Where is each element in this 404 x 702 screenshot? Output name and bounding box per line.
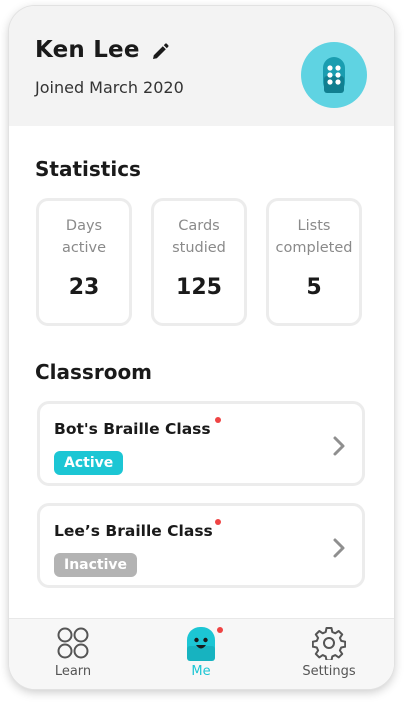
joined-date: Joined March 2020 [35, 78, 184, 97]
user-name: Ken Lee [35, 37, 140, 63]
status-badge: Active [54, 451, 124, 475]
stat-card-days-active: Days active 23 [36, 198, 132, 326]
stat-card-lists-completed: Lists completed 5 [266, 198, 362, 326]
nav-settings[interactable]: Settings [265, 619, 393, 689]
stat-card-cards-studied: Cards studied 125 [151, 198, 247, 326]
stat-value: 5 [306, 275, 322, 300]
class-name: Bot's Braille Class [54, 420, 211, 438]
pencil-edit-icon[interactable] [151, 43, 169, 61]
braille-cell-icon [323, 57, 345, 93]
class-card-lees-braille[interactable]: Lee’s Braille Class Inactive [37, 503, 365, 588]
avatar[interactable] [301, 42, 367, 108]
nav-label: Me [191, 664, 211, 679]
classroom-title: Classroom [35, 360, 153, 384]
nav-label: Settings [302, 664, 356, 679]
bottom-nav: Learn Me Settings [9, 618, 394, 689]
chevron-right-icon[interactable] [332, 537, 346, 559]
stat-value: 23 [68, 275, 100, 300]
status-badge: Inactive [54, 553, 138, 577]
stat-value: 125 [176, 275, 222, 300]
nav-learn[interactable]: Learn [9, 619, 137, 689]
stat-label: Days active [61, 218, 107, 256]
stat-label: Lists completed [275, 218, 353, 256]
notification-dot [215, 519, 221, 525]
robot-face-icon [187, 627, 215, 661]
profile-header: Ken Lee Joined March 2020 [9, 6, 394, 126]
class-name: Lee’s Braille Class [54, 522, 213, 540]
notification-dot [217, 627, 223, 633]
class-card-bots-braille[interactable]: Bot's Braille Class Active [37, 401, 365, 486]
grid-circles-icon [57, 627, 89, 659]
app-screen: Ken Lee Joined March 2020 Statistics Day… [9, 6, 394, 689]
nav-label: Learn [54, 664, 92, 679]
statistics-title: Statistics [35, 157, 141, 181]
chevron-right-icon[interactable] [332, 435, 346, 457]
notification-dot [215, 417, 221, 423]
gear-icon [312, 627, 346, 660]
nav-me[interactable]: Me [137, 619, 265, 689]
stat-label: Cards studied [172, 218, 226, 256]
